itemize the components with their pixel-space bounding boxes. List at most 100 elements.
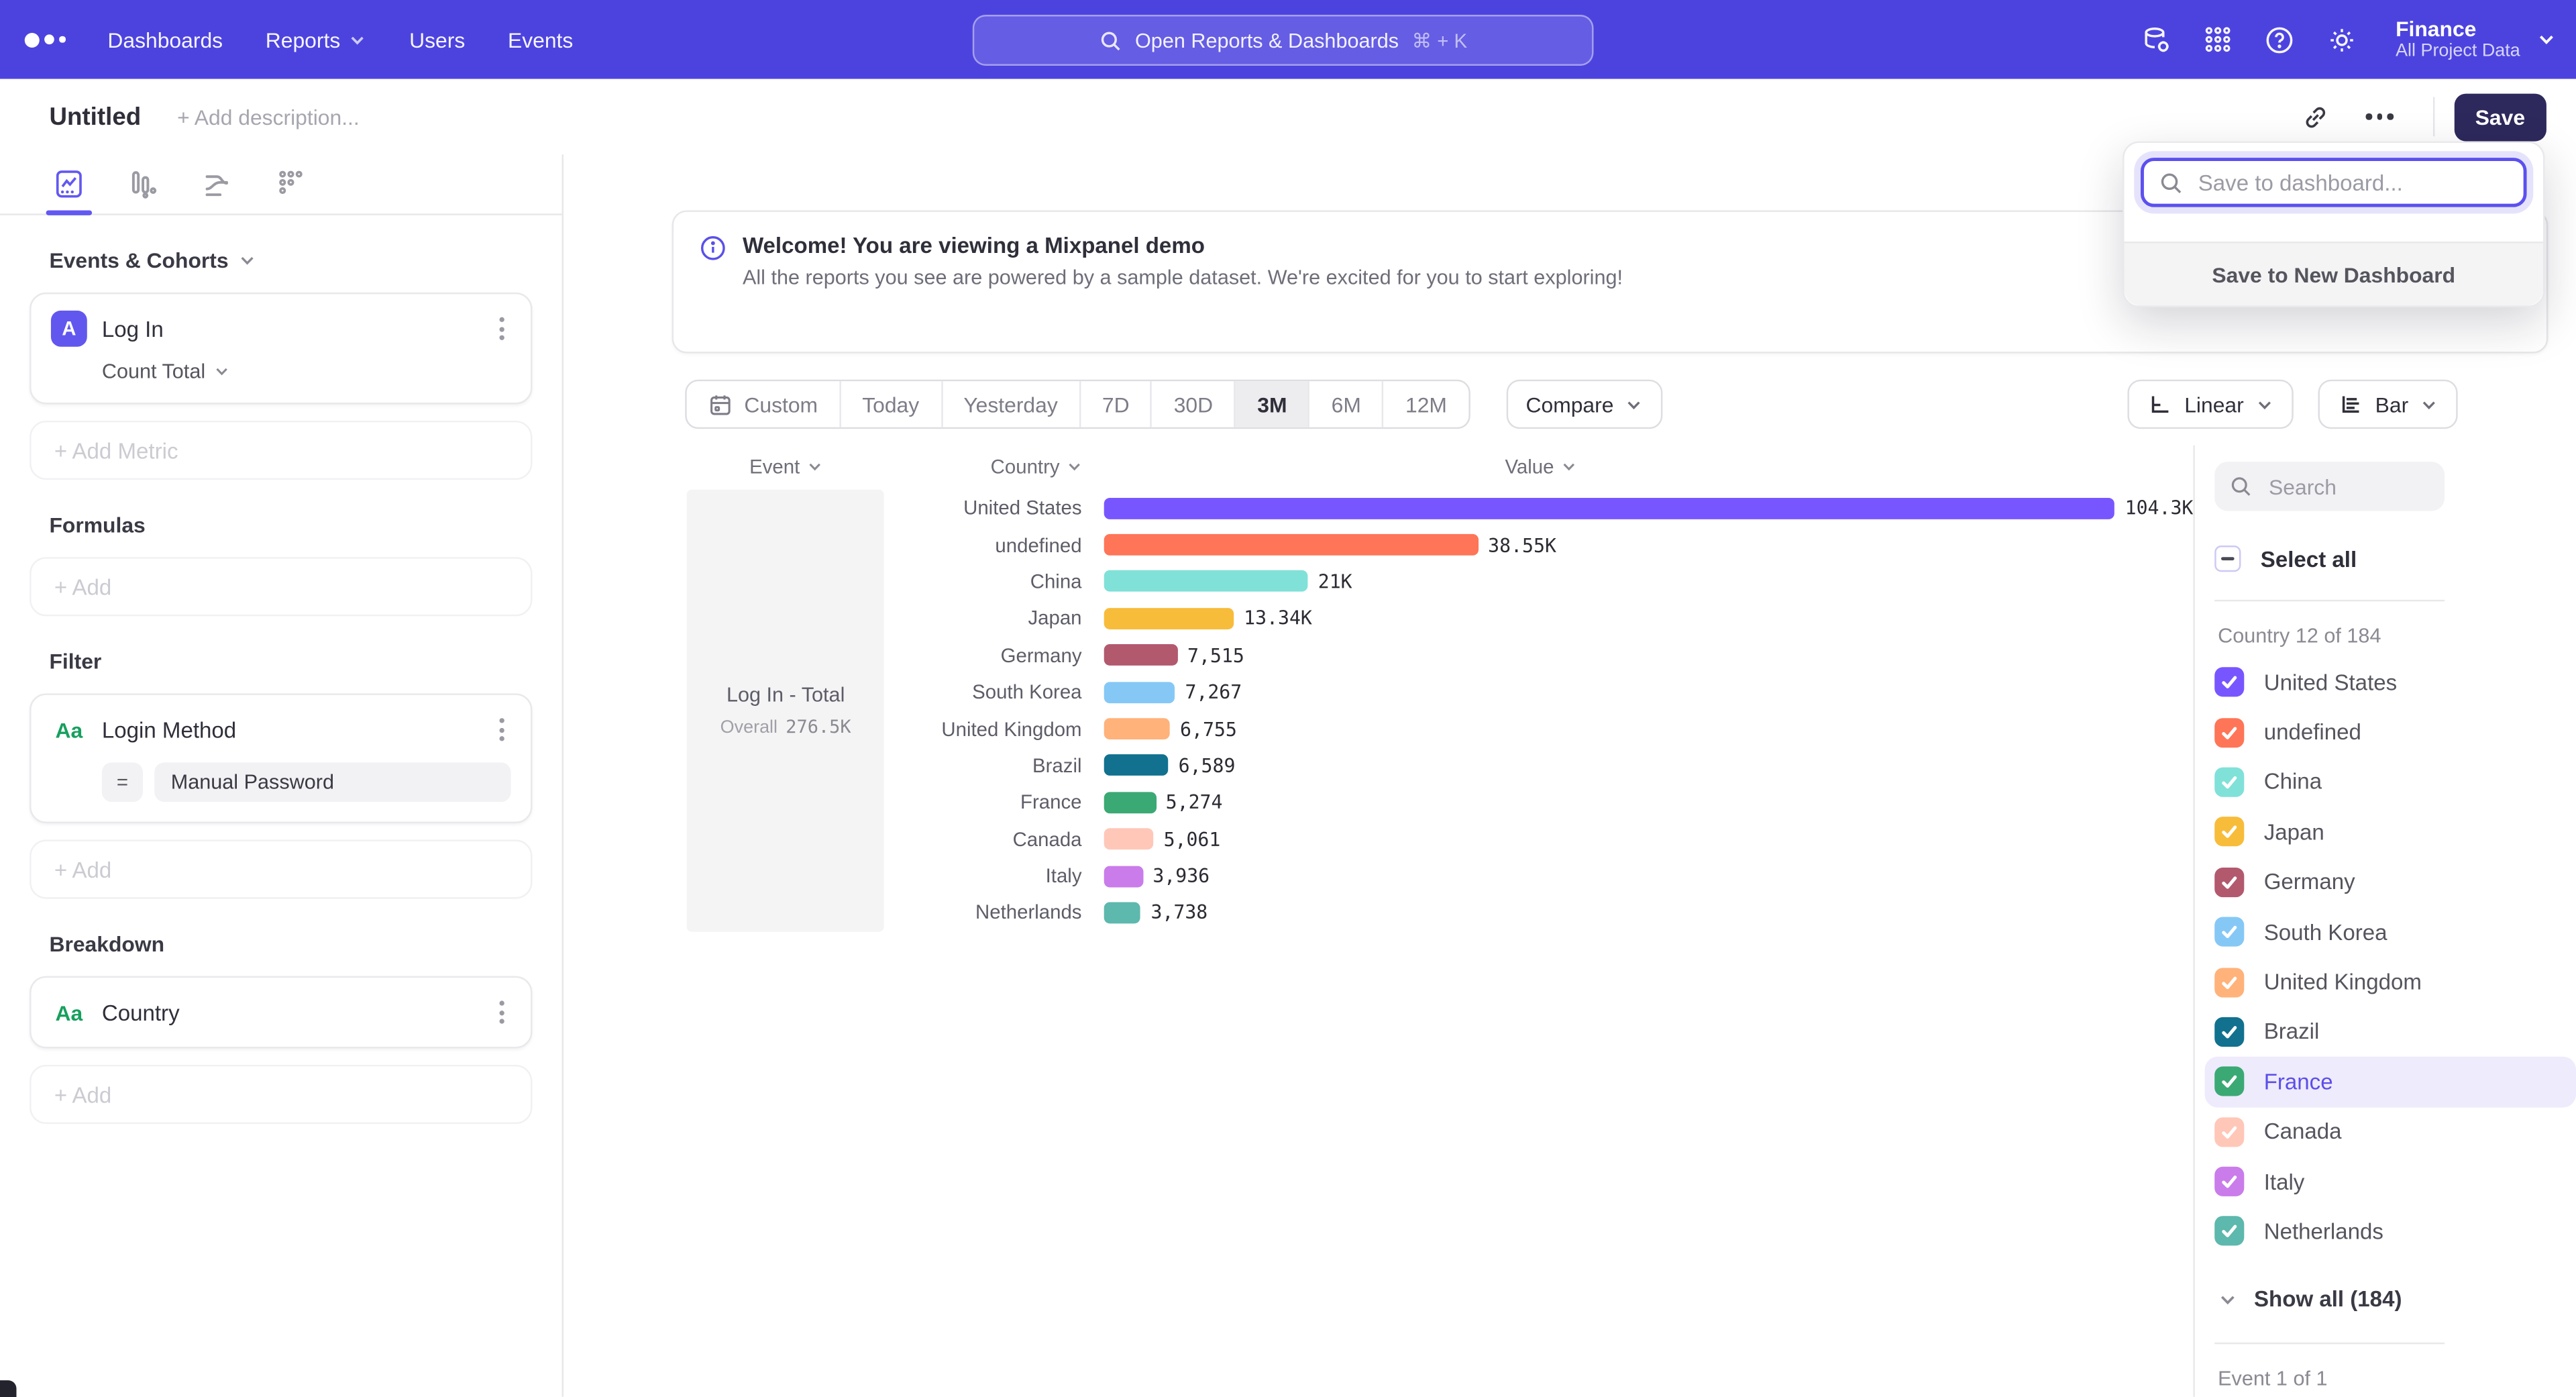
bar-japan[interactable] (1105, 608, 1234, 629)
checkbox-united-states[interactable] (2214, 668, 2244, 697)
scale-selector-button[interactable]: Linear (2127, 380, 2294, 429)
legend-item-united-states[interactable]: United States (2205, 658, 2576, 707)
legend-item-netherlands[interactable]: Netherlands (2205, 1206, 2576, 1256)
copy-link-button[interactable] (2286, 96, 2347, 137)
legend-item-united-kingdom[interactable]: United Kingdom (2205, 957, 2576, 1006)
select-all-row[interactable]: Select all (2214, 537, 2576, 580)
bar-undefined[interactable] (1105, 534, 1479, 556)
range-12m[interactable]: 12M (1383, 381, 1468, 427)
legend-item-japan[interactable]: Japan (2205, 807, 2576, 857)
legend-item-italy[interactable]: Italy (2205, 1157, 2576, 1206)
nav-item-events[interactable]: Events (508, 27, 573, 52)
checkbox-undefined[interactable] (2214, 717, 2244, 747)
checkbox-united-kingdom[interactable] (2214, 967, 2244, 996)
global-search-button[interactable]: Open Reports & Dashboards ⌘ + K (973, 15, 1594, 66)
bar-italy[interactable] (1105, 866, 1143, 887)
bar-united-states[interactable] (1105, 497, 2115, 519)
legend-search[interactable] (2214, 462, 2445, 511)
kebab-menu-icon[interactable] (493, 994, 511, 1031)
tab-retention[interactable] (268, 160, 314, 209)
global-search-label: Open Reports & Dashboards (1135, 29, 1399, 52)
add-description-field[interactable]: + Add description... (177, 105, 360, 130)
filter-value[interactable]: Manual Password (154, 762, 511, 802)
metric-card[interactable]: A Log In Count Total (30, 293, 532, 405)
nav-item-dashboards[interactable]: Dashboards (107, 27, 223, 52)
events-cohorts-header[interactable]: Events & Cohorts (49, 248, 513, 273)
checkbox-china[interactable] (2214, 768, 2244, 797)
aggregation-selector[interactable]: Count Total (102, 360, 511, 382)
add-metric-button[interactable]: + Add Metric (30, 421, 532, 480)
range-yesterday[interactable]: Yesterday (941, 381, 1079, 427)
apps-grid-icon[interactable] (2204, 25, 2233, 54)
kebab-menu-icon[interactable] (493, 311, 511, 347)
legend-item-south-korea[interactable]: South Korea (2205, 907, 2576, 957)
checkbox-south-korea[interactable] (2214, 917, 2244, 947)
bar-brazil[interactable] (1105, 755, 1169, 776)
bar-united-kingdom[interactable] (1105, 718, 1171, 739)
bar-france[interactable] (1105, 792, 1156, 813)
bar-south-korea[interactable] (1105, 681, 1175, 703)
range-30d[interactable]: 30D (1150, 381, 1234, 427)
bar-netherlands[interactable] (1105, 902, 1141, 923)
show-all-button[interactable]: Show all (184) (2214, 1276, 2576, 1323)
breakdown-header: Breakdown (49, 932, 513, 957)
checkbox-italy[interactable] (2214, 1167, 2244, 1196)
settings-gear-icon[interactable] (2326, 24, 2358, 56)
more-actions-button[interactable] (2346, 107, 2412, 126)
breakdown-card[interactable]: Aa Country (30, 976, 532, 1049)
bar-china[interactable] (1105, 571, 1308, 592)
mixpanel-logo-icon[interactable] (25, 32, 65, 47)
range-custom[interactable]: Custom (687, 381, 839, 427)
nav-item-reports[interactable]: Reports (266, 27, 367, 52)
bar-canada[interactable] (1105, 829, 1154, 850)
add-formula-button[interactable]: + Add (30, 557, 532, 616)
range-6m[interactable]: 6M (1308, 381, 1382, 427)
kebab-menu-icon[interactable] (493, 711, 511, 747)
data-management-icon[interactable] (2141, 24, 2172, 56)
project-switcher[interactable]: Finance All Project Data (2396, 16, 2557, 62)
checkbox-france[interactable] (2214, 1067, 2244, 1096)
bar-germany[interactable] (1105, 645, 1177, 666)
range-7d[interactable]: 7D (1079, 381, 1151, 427)
add-breakdown-button[interactable]: + Add (30, 1065, 532, 1124)
check-icon (2220, 922, 2239, 941)
report-title[interactable]: Untitled (49, 103, 141, 131)
event-summary-cell[interactable]: Log In - Total Overall 276.5K (687, 490, 885, 931)
legend-item-france[interactable]: France (2205, 1057, 2576, 1106)
checkbox-germany[interactable] (2214, 867, 2244, 896)
save-button[interactable]: Save (2454, 93, 2546, 140)
chart-type-selector-button[interactable]: Bar (2318, 380, 2458, 429)
legend-item-canada[interactable]: Canada (2205, 1106, 2576, 1156)
save-dashboard-search[interactable] (2141, 158, 2527, 207)
help-icon[interactable] (2264, 24, 2296, 56)
filter-card[interactable]: Aa Login Method = Manual Password (30, 693, 532, 823)
tab-insights[interactable] (46, 160, 93, 209)
tab-funnels[interactable] (120, 160, 166, 209)
legend-item-germany[interactable]: Germany (2205, 857, 2576, 907)
range-today[interactable]: Today (839, 381, 941, 427)
save-dashboard-input[interactable] (2195, 168, 2509, 197)
checkbox-canada[interactable] (2214, 1117, 2244, 1147)
event-name[interactable]: Log In (102, 316, 478, 341)
checkbox-brazil[interactable] (2214, 1017, 2244, 1047)
compare-button[interactable]: Compare (1506, 380, 1663, 429)
column-header-value[interactable]: Value (1086, 455, 1996, 478)
filter-property[interactable]: Login Method (102, 717, 478, 742)
breakdown-property[interactable]: Country (102, 1000, 478, 1025)
checkbox-netherlands[interactable] (2214, 1217, 2244, 1246)
range-3m[interactable]: 3M (1234, 381, 1308, 427)
save-to-new-dashboard-button[interactable]: Save to New Dashboard (2125, 242, 2543, 306)
add-filter-button[interactable]: + Add (30, 839, 532, 898)
column-header-country[interactable]: Country (885, 455, 1086, 478)
legend-item-brazil[interactable]: Brazil (2205, 1007, 2576, 1057)
nav-item-users[interactable]: Users (409, 27, 465, 52)
legend-item-china[interactable]: China (2205, 757, 2576, 807)
filter-operator[interactable]: = (102, 762, 143, 802)
select-all-checkbox-indeterminate[interactable] (2214, 546, 2241, 572)
column-header-event[interactable]: Event (687, 455, 885, 478)
checkbox-japan[interactable] (2214, 817, 2244, 847)
tab-flows[interactable] (194, 160, 240, 209)
legend-item-undefined[interactable]: undefined (2205, 707, 2576, 757)
legend-search-input[interactable] (2265, 472, 2436, 501)
check-icon (2220, 1022, 2239, 1041)
